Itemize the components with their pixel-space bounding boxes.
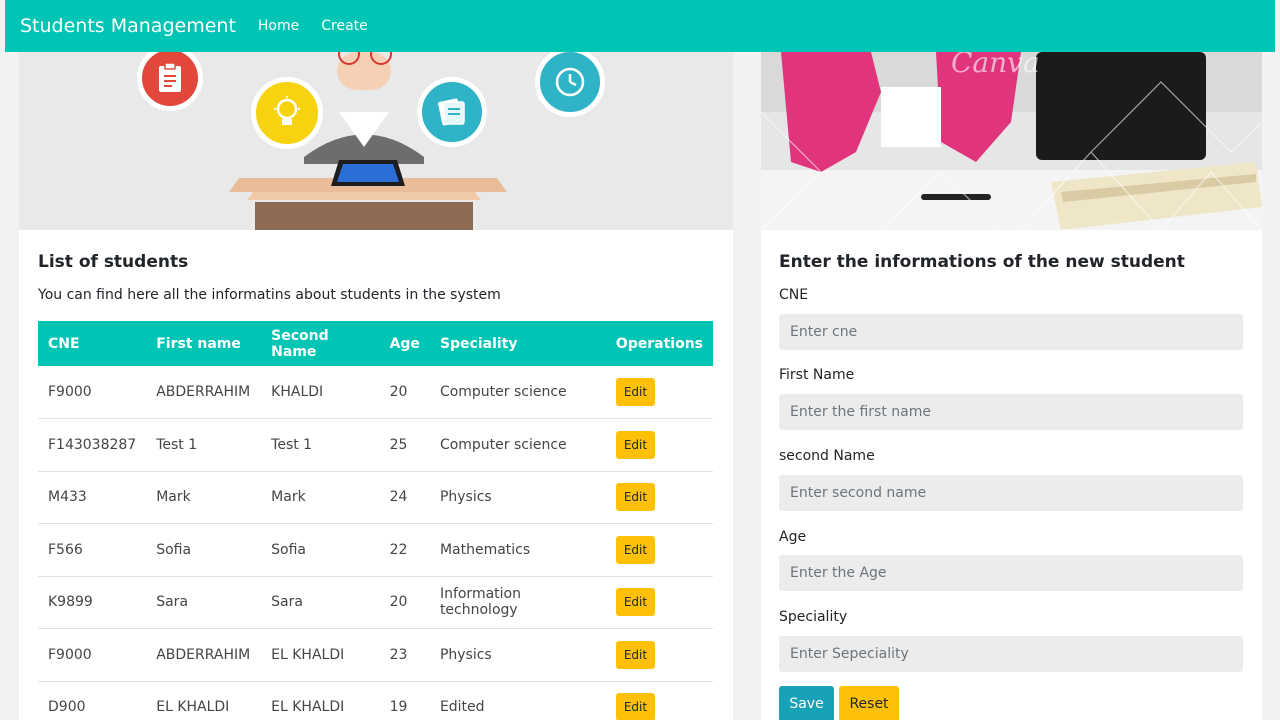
edit-button[interactable]: Edit	[615, 588, 656, 617]
table-header-row: CNE First name Second Name Age Specialit…	[38, 321, 713, 366]
cell-speciality: Computer science	[429, 366, 606, 419]
column-header-age: Age	[389, 335, 420, 352]
cell-second-name: Sara	[261, 576, 380, 629]
second-name-input[interactable]	[779, 475, 1243, 511]
cell-operations: Edit	[605, 471, 713, 524]
list-subtitle: You can find here all the informatins ab…	[38, 287, 501, 303]
cell-age: 20	[379, 366, 430, 419]
label-age: Age	[779, 529, 807, 545]
column-header-speciality: Speciality	[439, 335, 518, 352]
svg-text:Canva: Canva	[951, 52, 1040, 79]
reset-button[interactable]: Reset	[839, 686, 899, 720]
cell-first-name: ABDERRAHIM	[146, 366, 262, 419]
column-header-second-name: Second Name	[271, 327, 329, 360]
column-header-first-name: First name	[156, 335, 241, 352]
cell-age: 22	[379, 523, 430, 577]
cell-speciality: Information technology	[429, 576, 606, 629]
hero-photo-girl-tablet: Canva	[761, 52, 1262, 230]
table-row: F9000 ABDERRAHIM KHALDI 20 Computer scie…	[38, 366, 713, 419]
column-header-cne: CNE	[48, 335, 80, 352]
cell-cne: F9000	[38, 628, 147, 682]
cell-age: 25	[379, 418, 430, 472]
edit-button[interactable]: Edit	[615, 378, 656, 406]
cell-speciality: Physics	[429, 628, 606, 682]
edit-button[interactable]: Edit	[615, 483, 656, 512]
cell-first-name: Test 1	[146, 418, 262, 472]
form-title: Enter the informations of the new studen…	[779, 252, 1185, 272]
label-second-name: second Name	[779, 448, 875, 464]
cell-age: 24	[379, 471, 430, 524]
nav-link-create[interactable]: Create	[321, 18, 368, 34]
table-row: D900 EL KHALDI EL KHALDI 19 Edited Edit	[38, 681, 713, 720]
cell-second-name: Mark	[261, 471, 380, 524]
table-row: F143038287 Test 1 Test 1 25 Computer sci…	[38, 418, 713, 472]
navbar: Students Management Home Create	[5, 0, 1275, 52]
label-first-name: First Name	[779, 367, 855, 383]
table-row: F9000 ABDERRAHIM EL KHALDI 23 Physics Ed…	[38, 628, 713, 682]
cell-operations: Edit	[605, 628, 713, 682]
cell-operations: Edit	[605, 523, 713, 577]
cell-cne: M433	[38, 471, 147, 524]
students-list-card: List of students You can find here all t…	[19, 52, 733, 720]
cell-first-name: EL KHALDI	[146, 681, 262, 720]
edit-button[interactable]: Edit	[615, 535, 656, 564]
cell-speciality: Computer science	[429, 418, 606, 472]
cell-second-name: EL KHALDI	[261, 681, 380, 720]
cell-speciality: Physics	[429, 471, 606, 524]
new-student-card: Canva Enter the informations of the new …	[761, 52, 1262, 720]
cell-speciality: Edited	[429, 681, 606, 720]
cell-cne: F566	[38, 523, 147, 577]
books-icon	[417, 77, 487, 147]
table-row: M433 Mark Mark 24 Physics Edit	[38, 471, 713, 524]
cell-operations: Edit	[605, 418, 713, 472]
cell-operations: Edit	[605, 576, 713, 629]
table-row: K9899 Sara Sara 20 Information technolog…	[38, 576, 713, 629]
edit-button[interactable]: Edit	[615, 693, 656, 720]
lightbulb-icon	[251, 77, 323, 149]
first-name-input[interactable]	[779, 394, 1243, 430]
cell-operations: Edit	[605, 366, 713, 419]
brand[interactable]: Students Management	[20, 15, 236, 37]
cell-age: 20	[379, 576, 430, 629]
cell-cne: D900	[38, 681, 147, 720]
cell-age: 19	[379, 681, 430, 720]
cell-cne: F143038287	[38, 418, 147, 472]
cell-second-name: Test 1	[261, 418, 380, 472]
column-header-operations: Operations	[615, 335, 703, 352]
save-button[interactable]: Save	[779, 686, 834, 720]
cell-second-name: EL KHALDI	[261, 628, 380, 682]
label-speciality: Speciality	[779, 609, 848, 625]
cell-cne: K9899	[38, 576, 147, 629]
students-table: CNE First name Second Name Age Specialit…	[38, 321, 713, 720]
table-row: F566 Sofia Sofia 22 Mathematics Edit	[38, 523, 713, 577]
nav-link-home[interactable]: Home	[258, 18, 299, 34]
speciality-input[interactable]	[779, 636, 1243, 672]
label-cne: CNE	[779, 287, 809, 303]
cell-first-name: Sofia	[146, 523, 262, 577]
list-title: List of students	[38, 252, 189, 272]
age-input[interactable]	[779, 555, 1243, 591]
cell-age: 23	[379, 628, 430, 682]
edit-button[interactable]: Edit	[615, 640, 656, 669]
cne-input[interactable]	[779, 314, 1243, 350]
edit-button[interactable]: Edit	[615, 430, 656, 459]
cell-second-name: KHALDI	[261, 366, 380, 419]
cell-first-name: Sara	[146, 576, 262, 629]
cell-speciality: Mathematics	[429, 523, 606, 577]
cell-cne: F9000	[38, 366, 147, 419]
cell-operations: Edit	[605, 681, 713, 720]
cell-first-name: ABDERRAHIM	[146, 628, 262, 682]
hero-illustration-student	[19, 52, 733, 230]
cell-second-name: Sofia	[261, 523, 380, 577]
cell-first-name: Mark	[146, 471, 262, 524]
